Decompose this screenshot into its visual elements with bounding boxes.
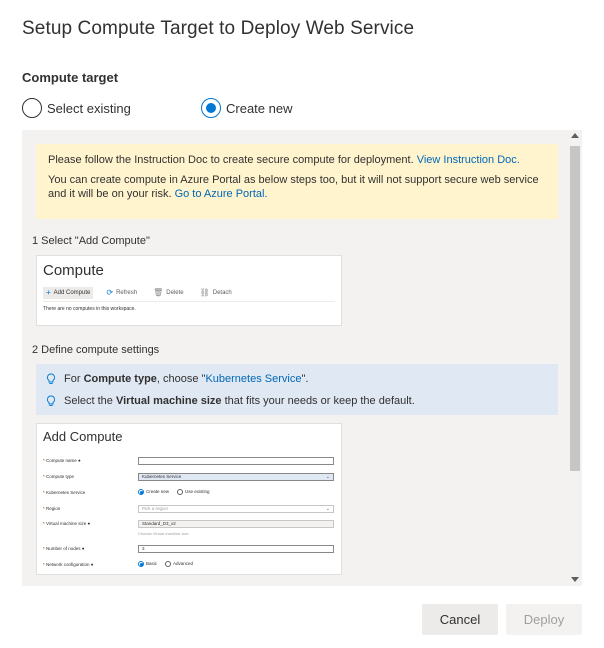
chevron-down-icon: ⌄ [325, 474, 330, 480]
radio-select-existing[interactable]: Select existing [22, 98, 131, 118]
compute-type-row: * Compute type [43, 474, 75, 479]
nodes-label: Number of nodes [46, 546, 81, 551]
compute-type-value: Kubernetes Service [142, 474, 182, 479]
trash-icon: 🗑︎ [153, 288, 164, 297]
add-compute-title: Add Compute [43, 429, 123, 444]
radio-create-new[interactable]: Create new [201, 98, 292, 118]
lightbulb-icon [46, 395, 64, 407]
radio-create-new-label: Create new [226, 100, 293, 116]
tip2-prefix: Select the [64, 395, 116, 407]
kubernetes-service-text: Kubernetes Service [205, 373, 302, 385]
warning-line-1: Please follow the Instruction Doc to cre… [48, 153, 546, 167]
k8s-row: * Kubernetes Service [43, 490, 86, 495]
network-advanced: Advanced [165, 561, 193, 567]
compute-type-field: Kubernetes Service ⌄ [138, 473, 334, 481]
go-to-azure-portal-link[interactable]: Go to Azure Portal. [175, 188, 268, 200]
refresh-label: Refresh [116, 290, 138, 296]
network-opt1-label: Basic [146, 561, 158, 567]
warning-line-2: You can create compute in Azure Portal a… [48, 173, 546, 201]
compute-screenshot-card: Compute + Add Compute ⟳ Refresh 🗑︎ Delet… [36, 255, 342, 326]
lightbulb-icon [46, 373, 64, 385]
tip-vm-size: Select the Virtual machine size that fit… [46, 390, 548, 412]
vm-size-value: Standard_D3_v2 [142, 521, 176, 526]
instructions-content: Please follow the Instruction Doc to cre… [22, 130, 568, 586]
k8s-use-existing: Use existing [177, 489, 210, 495]
vm-size-hint: Choose Virtual machine size [138, 531, 189, 536]
k8s-radios: Create new Use existing [138, 489, 210, 495]
delete-label: Delete [166, 290, 184, 296]
region-label: Region [46, 506, 61, 511]
nodes-field: 3 [138, 545, 334, 553]
scroll-down-arrow-icon[interactable] [571, 577, 579, 582]
scroll-up-arrow-icon[interactable] [571, 133, 579, 138]
tip1-suffix: ". [301, 373, 309, 385]
instructions-panel: Please follow the Instruction Doc to cre… [22, 130, 582, 586]
nodes-row: * Number of nodes ● [43, 546, 85, 551]
region-row: * Region [43, 506, 61, 511]
compute-toolbar: + Add Compute ⟳ Refresh 🗑︎ Delete ⛓ Deta… [43, 287, 235, 299]
radio-select-existing-label: Select existing [47, 100, 131, 116]
cancel-button[interactable]: Cancel [422, 604, 498, 635]
detach-icon: ⛓ [199, 288, 210, 297]
plus-icon: + [46, 288, 51, 297]
network-label: Network configuration [46, 562, 90, 567]
chevron-down-icon: ⌄ [325, 506, 330, 512]
tip1-prefix: For [64, 373, 84, 385]
delete-item: 🗑︎ Delete [150, 287, 187, 299]
vm-size-label: Virtual machine size [46, 521, 87, 526]
compute-target-label: Compute target [22, 70, 119, 85]
step-1-title: 1 Select "Add Compute" [32, 235, 150, 247]
radio-unchecked-icon [165, 561, 172, 567]
k8s-opt1-label: Create new [146, 489, 170, 495]
tip1-bold: Compute type [83, 373, 157, 385]
add-compute-item: + Add Compute [43, 287, 94, 299]
network-opt2-label: Advanced [173, 561, 194, 567]
tip1-mid: , choose " [156, 373, 206, 385]
network-row: * Network configuration ● [43, 562, 94, 567]
tip2-text: Select the Virtual machine size that fit… [64, 395, 415, 407]
radio-checked-icon [138, 489, 144, 495]
view-instruction-doc-link[interactable]: View Instruction Doc. [417, 154, 520, 166]
compute-name-field [138, 457, 334, 465]
refresh-item: ⟳ Refresh [103, 287, 140, 299]
vm-size-row: * Virtual machine size ● [43, 521, 91, 526]
radio-checked-icon [201, 98, 221, 118]
tip2-bold: Virtual machine size [115, 395, 222, 407]
vm-size-field: Standard_D3_v2 [138, 520, 334, 528]
region-field: Pick a region ⌄ [138, 505, 334, 513]
radio-checked-icon [138, 561, 144, 567]
deploy-button[interactable]: Deploy [506, 604, 582, 635]
tip1-text: For Compute type, choose "Kubernetes Ser… [64, 373, 308, 385]
warning-line-2-text: You can create compute in Azure Portal a… [48, 174, 539, 200]
k8s-create-new: Create new [138, 489, 169, 495]
vertical-scrollbar[interactable] [568, 130, 582, 586]
k8s-label: Kubernetes Service [46, 490, 86, 495]
warning-banner: Please follow the Instruction Doc to cre… [36, 144, 558, 219]
radio-unchecked-icon [22, 98, 42, 118]
add-compute-label: Add Compute [53, 290, 91, 296]
scroll-thumb[interactable] [570, 146, 580, 471]
detach-item: ⛓ Detach [197, 287, 235, 299]
nodes-value: 3 [142, 546, 145, 551]
divider [43, 301, 335, 302]
tip-compute-type: For Compute type, choose "Kubernetes Ser… [46, 368, 548, 390]
tips-box: For Compute type, choose "Kubernetes Ser… [36, 364, 558, 415]
radio-unchecked-icon [177, 489, 184, 495]
no-computes-note: There are no computes in this workspace. [43, 306, 136, 312]
step-2-title: 2 Define compute settings [32, 344, 160, 356]
network-radios: Basic Advanced [138, 561, 193, 567]
compute-name-row: * Compute name ● [43, 458, 81, 463]
network-basic: Basic [138, 561, 157, 567]
compute-type-label: Compute type [46, 474, 75, 479]
compute-name-label: Compute name [46, 458, 77, 463]
k8s-opt2-label: Use existing [185, 489, 210, 495]
dialog-title: Setup Compute Target to Deploy Web Servi… [22, 18, 415, 39]
detach-label: Detach [212, 290, 232, 296]
refresh-icon: ⟳ [106, 288, 114, 297]
compute-card-title: Compute [43, 262, 104, 279]
add-compute-screenshot-card: Add Compute * Compute name ● * Compute t… [36, 423, 342, 575]
warning-line-1-text: Please follow the Instruction Doc to cre… [48, 154, 414, 166]
region-placeholder: Pick a region [142, 506, 169, 511]
tip2-suffix: that fits your needs or keep the default… [221, 395, 415, 407]
